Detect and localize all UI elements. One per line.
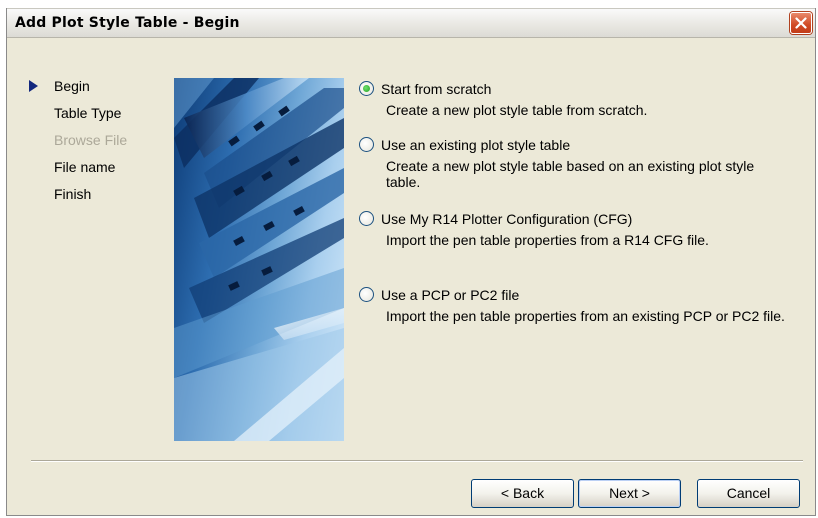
step-finish: Finish [21,186,127,213]
step-label: Finish [54,186,92,202]
option-description: Create a new plot style table based on a… [386,158,755,190]
dialog-window: Add Plot Style Table - Begin Begin Table… [6,8,816,516]
cancel-button[interactable]: Cancel [697,479,800,508]
option-use-pcp-pc2: Use a PCP or PC2 file Import the pen tab… [359,286,799,324]
option-use-existing-table: Use an existing plot style table Create … [359,136,799,210]
radio-row-use-pcp-pc2[interactable]: Use a PCP or PC2 file [359,286,799,304]
step-label: Browse File [54,132,128,148]
step-label: Begin [54,78,90,94]
option-description: Create a new plot style table from scrat… [386,102,648,118]
radio-use-existing-table[interactable] [359,137,374,152]
next-button[interactable]: Next > [578,479,681,508]
radio-row-use-r14-cfg[interactable]: Use My R14 Plotter Configuration (CFG) [359,210,799,228]
option-label[interactable]: Use My R14 Plotter Configuration (CFG) [381,210,632,228]
back-button[interactable]: < Back [471,479,574,508]
plotter-image [174,78,344,441]
option-description: Import the pen table properties from an … [386,308,785,324]
radio-use-r14-cfg[interactable] [359,211,374,226]
step-table-type: Table Type [21,105,127,132]
wizard-illustration [174,78,344,441]
step-label: File name [54,159,116,175]
radio-start-from-scratch[interactable] [359,81,374,96]
start-options: Start from scratch Create a new plot sty… [359,80,799,324]
option-description: Import the pen table properties from a R… [386,232,709,248]
step-arrow-icon [29,80,38,92]
wizard-steps: Begin Table Type Browse File File name F… [21,78,127,213]
step-file-name: File name [21,159,127,186]
step-begin: Begin [21,78,127,105]
option-label[interactable]: Use an existing plot style table [381,136,570,154]
option-use-r14-cfg: Use My R14 Plotter Configuration (CFG) I… [359,210,799,286]
close-button[interactable] [790,12,812,34]
radio-use-pcp-pc2[interactable] [359,287,374,302]
option-label[interactable]: Use a PCP or PC2 file [381,286,519,304]
close-x-icon [795,17,807,29]
radio-row-use-existing-table[interactable]: Use an existing plot style table [359,136,799,154]
step-browse-file: Browse File [21,132,127,159]
button-separator [31,460,803,462]
radio-row-start-from-scratch[interactable]: Start from scratch [359,80,799,98]
option-start-from-scratch: Start from scratch Create a new plot sty… [359,80,799,136]
step-label: Table Type [54,105,122,121]
radio-selected-dot [363,85,370,92]
title-bar[interactable]: Add Plot Style Table - Begin [7,8,815,38]
window-title: Add Plot Style Table - Begin [15,15,240,31]
option-label[interactable]: Start from scratch [381,80,491,98]
